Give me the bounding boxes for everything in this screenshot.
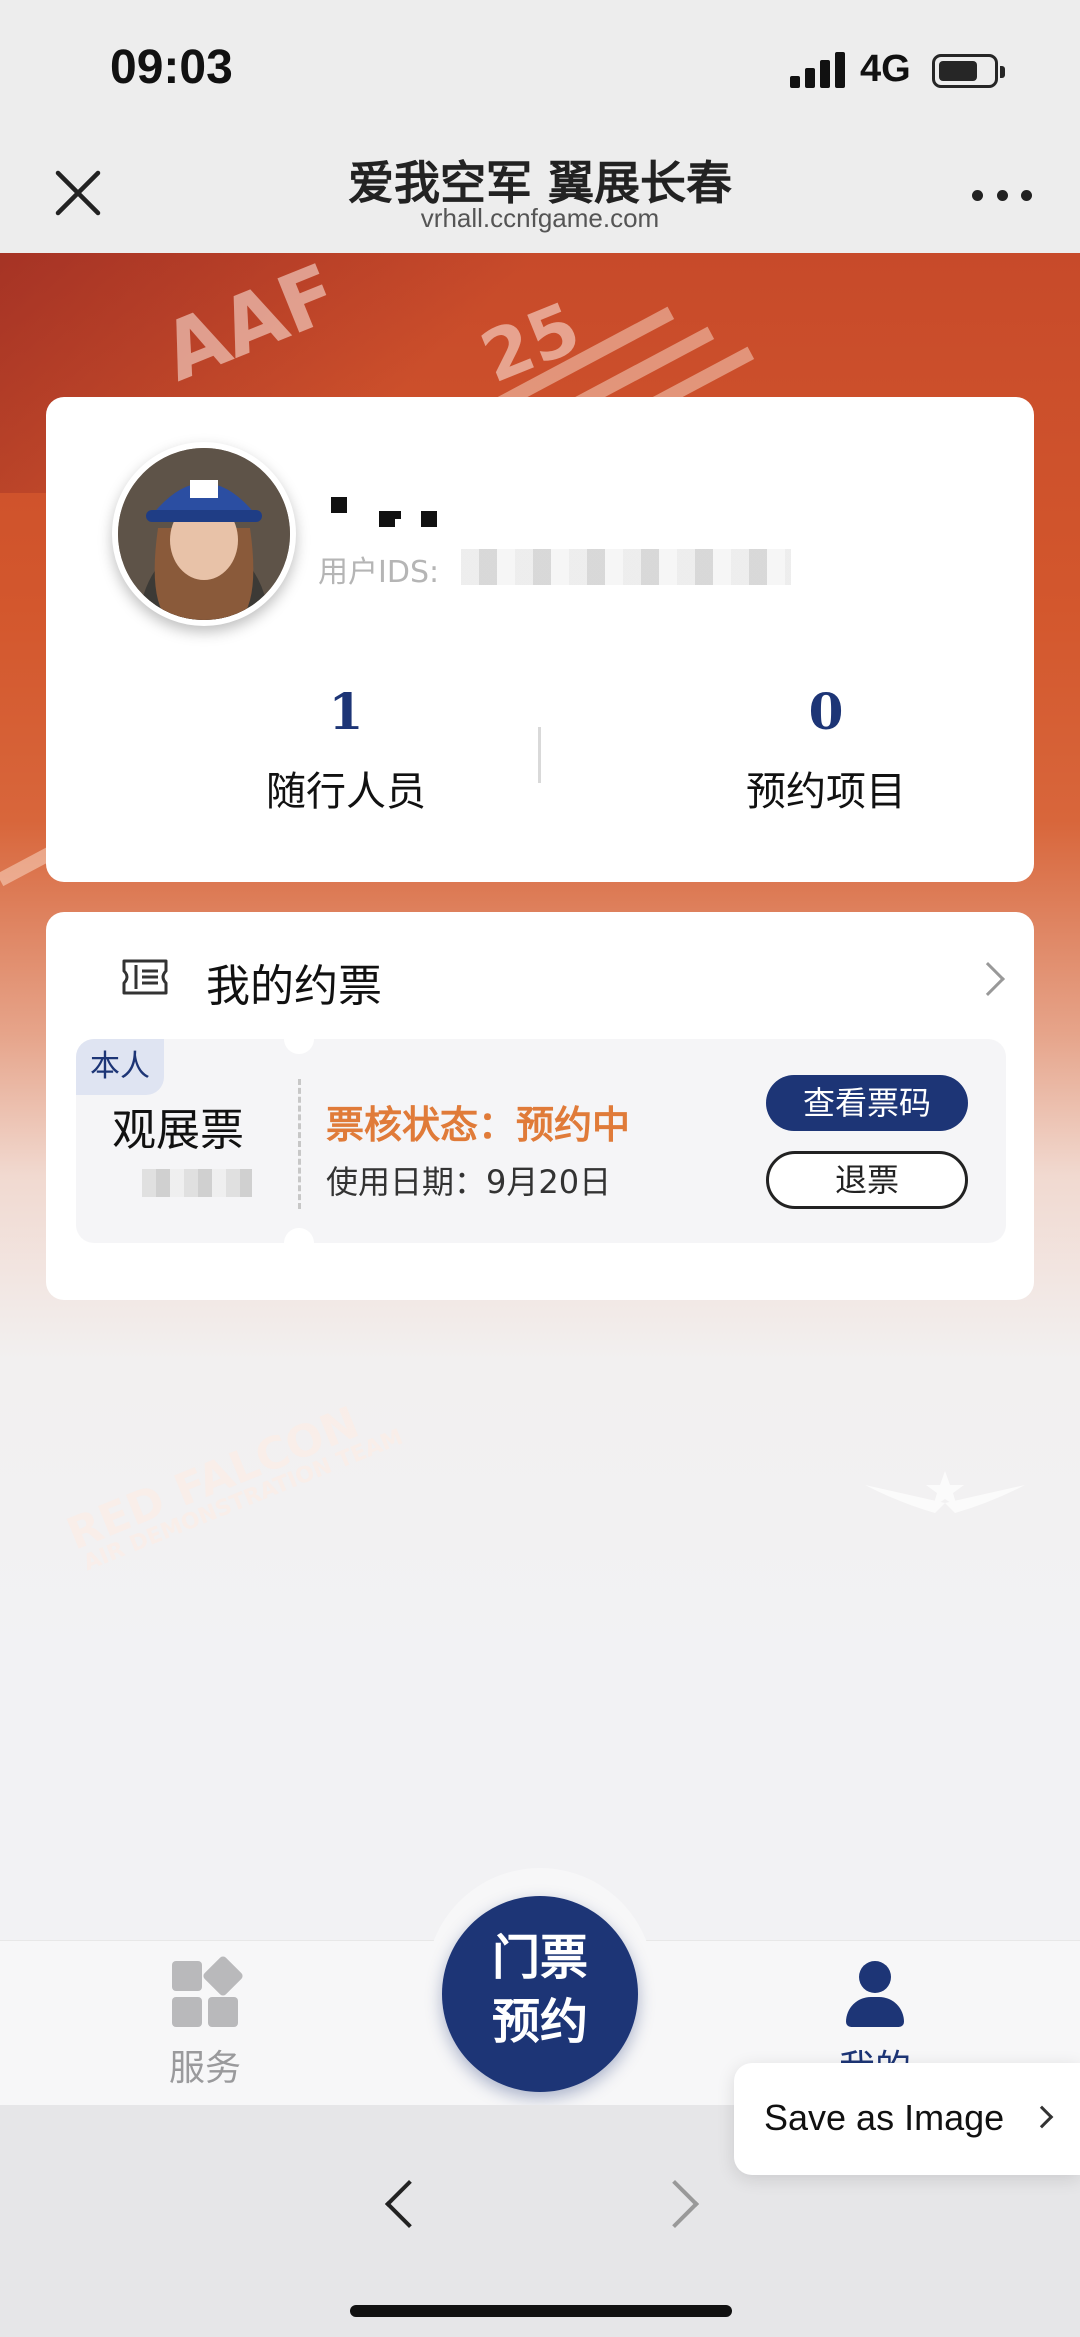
save-as-image-button[interactable]: Save as Image: [734, 2063, 1080, 2175]
battery-icon: [932, 54, 1005, 88]
user-icon: [840, 1959, 910, 2029]
stat-reservations[interactable]: 0 预约项目: [676, 682, 976, 817]
ticket-status: 票核状态：预约中: [326, 1103, 631, 1147]
forward-arrow-icon[interactable]: [650, 2179, 700, 2229]
stat-divider: [538, 727, 541, 783]
center-button-line2: 预约: [491, 1994, 588, 2050]
center-button-line1: 门票: [491, 1930, 588, 1986]
my-tickets-card: 我的约票 本人 观展票 票核状态：预约中 使用日期：9月20日 查看票码 退票: [46, 912, 1034, 1300]
ticket-notch-top: [284, 1024, 314, 1054]
status-time: 09:03: [110, 41, 233, 94]
stat-label: 预约项目: [746, 769, 906, 815]
user-id-blurred: [461, 549, 791, 585]
save-as-image-label: Save as Image: [764, 2097, 1005, 2138]
hero-text-aaf: AAF: [150, 253, 351, 400]
view-ticket-code-button[interactable]: 查看票码: [766, 1075, 968, 1131]
ticket-icon: [122, 959, 168, 995]
ticket-item[interactable]: 本人 观展票 票核状态：预约中 使用日期：9月20日 查看票码 退票: [76, 1024, 1006, 1258]
refund-button[interactable]: 退票: [766, 1151, 968, 1209]
profile-card: 用户IDS: 1 随行人员 0 预约项目: [46, 397, 1034, 882]
ticket-date: 使用日期：9月20日: [326, 1163, 612, 1201]
avatar[interactable]: [112, 442, 296, 626]
network-type: 4G: [860, 48, 911, 90]
ticket-owner-tag: 本人: [76, 1039, 164, 1095]
more-icon[interactable]: [972, 185, 1032, 205]
section-title: 我的约票: [206, 961, 382, 1012]
page-url: vrhall.ccnfgame.com: [420, 203, 660, 233]
wings-emblem-icon: [865, 1471, 1025, 1513]
stat-value: 1: [328, 682, 364, 741]
home-indicator[interactable]: [350, 2305, 732, 2317]
signal-icon: [790, 52, 846, 88]
ticket-divider: [298, 1079, 301, 1209]
tab-label: 服务: [168, 2048, 241, 2089]
stat-label: 随行人员: [266, 769, 426, 815]
nav-header: 爱我空军 翼展长春 vrhall.ccnfgame.com: [0, 135, 1080, 253]
status-bar: 09:03 4G: [0, 0, 1080, 135]
ticket-notch-bottom: [284, 1228, 314, 1258]
stat-value: 0: [808, 682, 844, 741]
stat-companions[interactable]: 1 随行人员: [196, 682, 496, 817]
user-id-label: 用户IDS:: [318, 555, 440, 590]
tab-service[interactable]: 服务: [150, 1954, 260, 2091]
chevron-right-icon: [971, 962, 1005, 996]
back-arrow-icon[interactable]: [384, 2179, 434, 2229]
grid-icon: [170, 1954, 245, 2029]
ticket-type: 观展票: [112, 1105, 244, 1156]
ticket-holder-blurred: [142, 1169, 252, 1197]
hero-text-year: 25: [470, 286, 592, 400]
ticket-reservation-button[interactable]: 门票 预约: [442, 1896, 638, 2092]
chevron-right-icon: [1030, 2105, 1054, 2129]
username-blurred: [331, 497, 451, 527]
